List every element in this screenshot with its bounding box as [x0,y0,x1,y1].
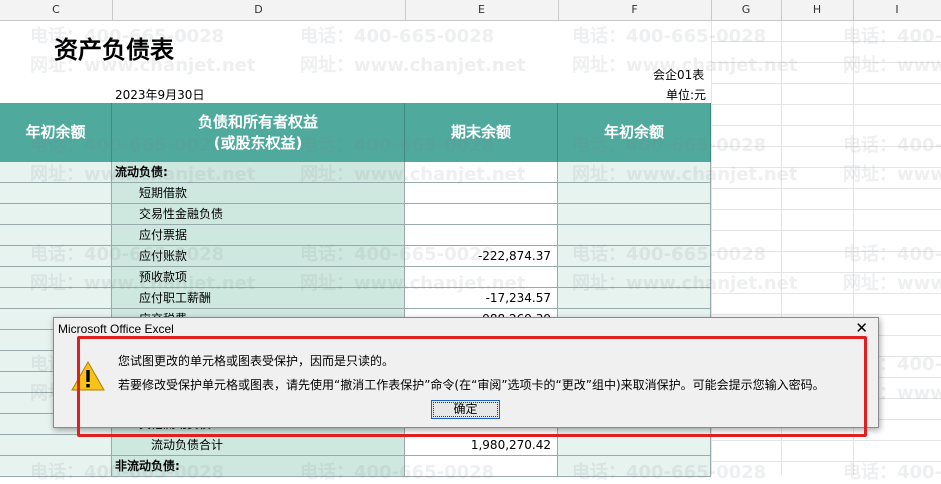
header-opening-balance[interactable]: 年初余额 [558,103,711,162]
opening-balance-left-cell[interactable] [0,225,112,246]
opening-balance-left-cell[interactable] [0,183,112,204]
opening-balance-cell[interactable] [558,267,711,288]
ok-button[interactable]: 确定 [431,400,500,419]
opening-balance-left-cell[interactable] [0,267,112,288]
close-icon[interactable]: ✕ [855,319,868,337]
column-header-e[interactable]: E [405,0,559,20]
item-name-cell[interactable]: 交易性金融负债 [112,204,405,225]
item-name-cell[interactable]: 应付账款 [112,246,405,267]
opening-balance-left-cell[interactable] [0,456,112,477]
closing-balance-cell[interactable]: 1,980,270.42 [405,435,558,456]
opening-balance-cell[interactable] [558,225,711,246]
form-code: 会企01表 [653,68,705,82]
column-header-h[interactable]: H [781,0,854,20]
column-header-f[interactable]: F [558,0,712,20]
closing-balance-cell[interactable] [405,267,558,288]
closing-balance-cell[interactable] [405,456,558,477]
table-row: 应付职工薪酬 -17,234.57 [0,288,711,309]
closing-balance-cell[interactable] [405,225,558,246]
table-row: 短期借款 [0,183,711,204]
dialog-title: Microsoft Office Excel [58,322,174,336]
item-name-cell[interactable]: 预收款项 [112,267,405,288]
opening-balance-left-cell[interactable] [0,288,112,309]
closing-balance-cell[interactable]: -17,234.57 [405,288,558,309]
table-row: 流动负债: [0,162,711,183]
opening-balance-left-cell[interactable] [0,204,112,225]
table-row: 预收款项 [0,267,711,288]
column-header-bar: C D E F G H I [0,0,941,21]
table-row: 流动负债合计 1,980,270.42 [0,435,711,456]
opening-balance-left-cell[interactable] [0,435,112,456]
report-date: 2023年9月30日 [115,88,205,102]
table-row: 非流动负债: [0,456,711,477]
protected-cell-dialog: Microsoft Office Excel ✕ 您试图更改的单元格或图表受保护… [53,317,879,428]
table-row: 交易性金融负债 [0,204,711,225]
opening-balance-cell[interactable] [558,246,711,267]
item-name-cell[interactable]: 流动负债合计 [112,435,405,456]
header-opening-balance-left[interactable]: 年初余额 [0,103,112,162]
column-header-d[interactable]: D [112,0,406,20]
table-row: 应付账款 -222,874.37 [0,246,711,267]
closing-balance-cell[interactable]: -222,874.37 [405,246,558,267]
opening-balance-cell[interactable] [558,204,711,225]
closing-balance-cell[interactable] [405,204,558,225]
closing-balance-cell[interactable] [405,183,558,204]
column-header-g[interactable]: G [711,0,782,20]
item-name-cell[interactable]: 应付职工薪酬 [112,288,405,309]
item-name-cell[interactable]: 短期借款 [112,183,405,204]
dialog-message-line1: 您试图更改的单元格或图表受保护，因而是只读的。 [118,354,395,368]
sheet-title: 资产负债表 [54,36,174,64]
opening-balance-left-cell[interactable] [0,162,112,183]
warning-icon [71,360,105,394]
unit-label: 单位:元 [666,88,707,102]
header-liabilities-equity[interactable]: 负债和所有者权益 (或股东权益) [112,103,405,162]
opening-balance-cell[interactable] [558,288,711,309]
opening-balance-cell[interactable] [558,435,711,456]
dialog-message-line2: 若要修改受保护单元格或图表，请先使用“撤消工作表保护”命令(在“审阅”选项卡的“… [118,378,825,392]
item-name-cell[interactable]: 非流动负债: [112,456,405,477]
column-header-i[interactable]: I [853,0,941,20]
opening-balance-cell[interactable] [558,183,711,204]
opening-balance-cell[interactable] [558,162,711,183]
column-header-c[interactable]: C [0,0,113,20]
closing-balance-cell[interactable] [405,162,558,183]
opening-balance-left-cell[interactable] [0,246,112,267]
table-row: 应付票据 [0,225,711,246]
item-name-cell[interactable]: 流动负债: [112,162,405,183]
header-closing-balance[interactable]: 期末余额 [405,103,558,162]
opening-balance-cell[interactable] [558,456,711,477]
item-name-cell[interactable]: 应付票据 [112,225,405,246]
